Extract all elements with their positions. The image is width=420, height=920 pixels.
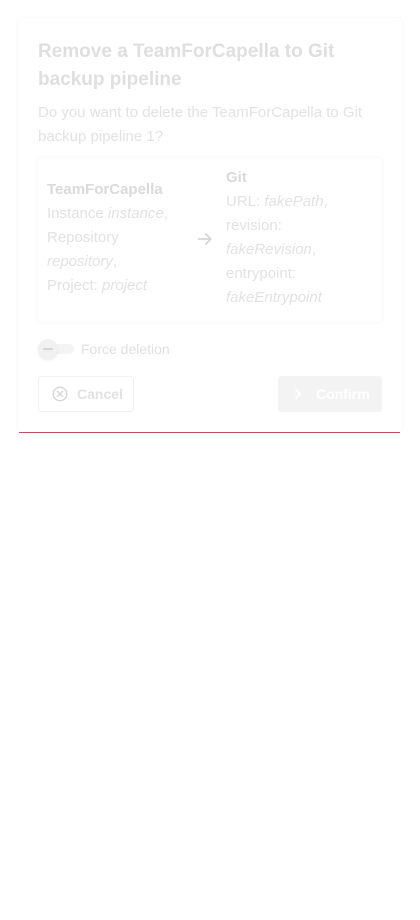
cancel-circle-icon (52, 386, 68, 402)
chevron-right-icon (295, 389, 301, 399)
entrypoint-value: fakeEntrypoint (226, 289, 322, 306)
revision-value: fakeRevision (226, 241, 312, 258)
instance-label: Instance (47, 205, 104, 222)
bottom-divider-line (19, 432, 400, 433)
revision-label: revision: (226, 217, 282, 234)
dialog-message: Do you want to delete the TeamForCapella… (38, 104, 363, 145)
source-column: TeamForCapella Instance instance, Reposi… (47, 181, 168, 294)
target-column: Git URL: fakePath, revision: fakeRevisio… (226, 169, 328, 306)
url-label: URL: (226, 193, 261, 210)
cancel-label: Cancel (77, 386, 123, 402)
confirm-button[interactable]: Confirm (278, 376, 382, 412)
project-value: project (102, 277, 148, 294)
remove-pipeline-dialog: Remove a TeamForCapella to Git backup pi… (18, 18, 402, 432)
repository-value: repository (47, 253, 113, 270)
arrow-right-icon (197, 233, 212, 245)
url-value: fakePath (264, 193, 324, 210)
toggle-thumb-minus-icon[interactable] (38, 339, 58, 359)
repository-label: Repository (47, 229, 119, 246)
instance-value: instance (107, 205, 164, 222)
target-heading: Git (226, 169, 247, 186)
pipeline-card: TeamForCapella Instance instance, Reposi… (38, 158, 382, 322)
force-deletion-toggle[interactable] (38, 338, 74, 360)
project-label: Project: (47, 277, 98, 294)
confirm-label: Confirm (316, 386, 370, 402)
entrypoint-label: entrypoint: (226, 265, 297, 282)
force-deletion-label: Force deletion (81, 341, 170, 357)
source-heading: TeamForCapella (47, 181, 163, 198)
cancel-button[interactable]: Cancel (38, 376, 134, 412)
dialog-title: Remove a TeamForCapella to Git backup pi… (38, 41, 335, 90)
